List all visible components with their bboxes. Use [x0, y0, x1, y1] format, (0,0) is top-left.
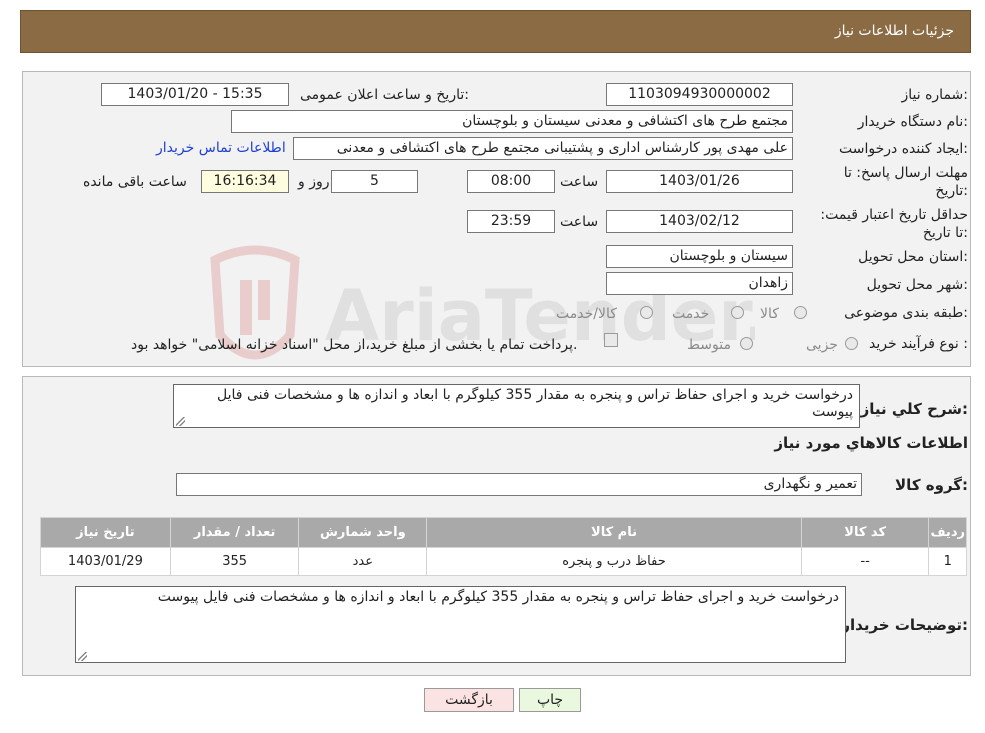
- resize-grip-icon[interactable]: [176, 417, 185, 426]
- col-quantity: تعداد / مقدار: [169, 517, 300, 548]
- col-unit: واحد شمارش: [298, 517, 428, 548]
- process-minor-radio[interactable]: [845, 337, 858, 350]
- cell-row-number: 1: [928, 547, 967, 576]
- days-remaining-field: 5: [331, 170, 418, 193]
- goods-table: تاريخ نياز تعداد / مقدار واحد شمارش نام …: [40, 517, 967, 576]
- validity-time-label: ساعت: [560, 214, 599, 230]
- cell-goods-code: --: [800, 547, 930, 576]
- creator-field: علی مهدی پور کارشناس اداری و پشتیبانی مج…: [293, 137, 793, 160]
- col-need-date: تاريخ نياز: [40, 517, 171, 548]
- deadline-label: مهلت ارسال پاسخ: تا تاریخ:: [843, 165, 968, 199]
- page-header: جزئیات اطلاعات نیاز: [20, 10, 971, 53]
- category-both-radio[interactable]: [640, 306, 653, 319]
- need-number-field: 1103094930000002: [606, 83, 793, 106]
- category-both-label: کالا/خدمت: [556, 306, 617, 322]
- buyer-notes-textarea[interactable]: درخواست خرید و اجرای حفاظ تراس و پنجره ب…: [75, 586, 846, 663]
- validity-label: حداقل تاریخ اعتبار قیمت: تا تاریخ:: [820, 207, 968, 241]
- col-goods-name: نام کالا: [426, 517, 802, 548]
- need-number-label: شماره نیاز:: [901, 87, 968, 103]
- deadline-time-field: 08:00: [467, 170, 555, 193]
- treasury-checkbox[interactable]: [604, 333, 618, 347]
- process-label: نوع فرآیند خرید :: [869, 336, 968, 352]
- province-label: استان محل تحویل:: [858, 249, 968, 265]
- province-field: سیستان و بلوچستان: [606, 245, 793, 268]
- table-row: 1403/01/29 355 عدد حفاظ درب و پنجره -- 1: [40, 547, 967, 576]
- announce-datetime-field: 1403/01/20 - 15:35: [101, 83, 289, 106]
- summary-text: درخواست خرید و اجرای حفاظ تراس و پنجره ب…: [217, 387, 853, 420]
- remaining-label: ساعت باقی مانده: [83, 174, 187, 190]
- process-note: پرداخت تمام یا بخشی از مبلغ خرید،از محل …: [131, 337, 578, 353]
- city-field: زاهدان: [606, 272, 793, 295]
- validity-date-field: 1403/02/12: [606, 210, 793, 233]
- days-label: روز و: [298, 174, 330, 190]
- goods-group-label: گروه کالا:: [895, 476, 968, 494]
- category-service-radio[interactable]: [731, 306, 744, 319]
- print-button[interactable]: چاپ: [519, 688, 581, 712]
- deadline-date-field: 1403/01/26: [606, 170, 793, 193]
- category-label: طبقه بندی موضوعی:: [844, 305, 968, 321]
- page-title: جزئیات اطلاعات نیاز: [834, 23, 954, 39]
- validity-time-field: 23:59: [467, 210, 555, 233]
- buyer-org-field: مجتمع طرح های اکتشافی و معدنی سیستان و ب…: [231, 110, 793, 133]
- announce-label: تاریخ و ساعت اعلان عمومی:: [300, 87, 469, 103]
- summary-label: شرح کلي نياز:: [860, 400, 968, 418]
- goods-group-field: تعمیر و نگهداری: [176, 473, 862, 496]
- cell-need-date: 1403/01/29: [40, 547, 171, 576]
- goods-info-title: اطلاعات کالاهاي مورد نياز: [774, 434, 968, 452]
- buyer-notes-text: درخواست خرید و اجرای حفاظ تراس و پنجره ب…: [157, 589, 839, 605]
- back-button[interactable]: بازگشت: [424, 688, 514, 712]
- col-goods-code: کد کالا: [800, 517, 930, 548]
- deadline-time-label: ساعت: [560, 174, 599, 190]
- table-header-row: تاريخ نياز تعداد / مقدار واحد شمارش نام …: [40, 517, 967, 548]
- creator-label: ایجاد کننده درخواست:: [839, 141, 968, 157]
- category-service-label: خدمت: [672, 306, 710, 322]
- buyer-contact-link[interactable]: اطلاعات تماس خریدار: [156, 140, 286, 156]
- col-row-number: رديف: [928, 517, 967, 548]
- process-medium-radio[interactable]: [740, 337, 753, 350]
- summary-textarea[interactable]: درخواست خرید و اجرای حفاظ تراس و پنجره ب…: [173, 384, 860, 428]
- buyer-org-label: نام دستگاه خریدار:: [857, 114, 968, 130]
- cell-unit: عدد: [298, 547, 428, 576]
- category-goods-radio[interactable]: [794, 306, 807, 319]
- cell-quantity: 355: [169, 547, 300, 576]
- buyer-notes-label: توضيحات خريدار:: [841, 616, 968, 634]
- cell-goods-name: حفاظ درب و پنجره: [426, 547, 802, 576]
- process-minor-label: جزیی: [806, 337, 838, 353]
- remaining-time-field: 16:16:34: [201, 170, 289, 193]
- category-goods-label: کالا: [760, 306, 779, 322]
- process-medium-label: متوسط: [687, 337, 731, 353]
- resize-grip-icon[interactable]: [78, 652, 87, 661]
- city-label: شهر محل تحویل:: [866, 277, 968, 293]
